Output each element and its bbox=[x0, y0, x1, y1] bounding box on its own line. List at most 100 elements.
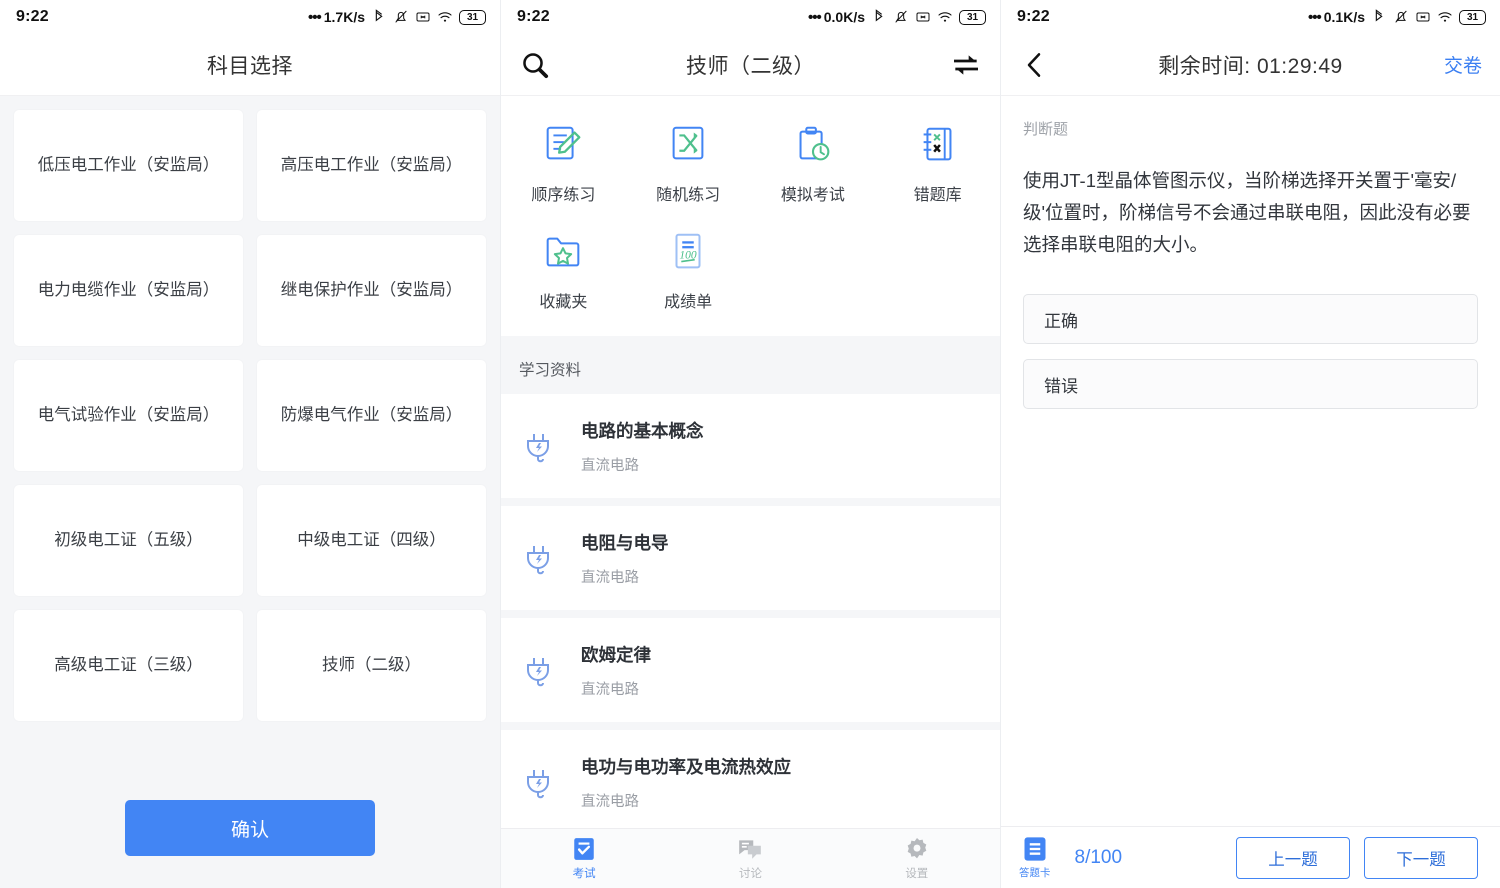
option-true[interactable]: 正确 bbox=[1023, 294, 1478, 345]
list-item[interactable]: 电功与电功率及电流热效应 直流电路 bbox=[501, 730, 1000, 828]
entry-sequential-practice[interactable]: 顺序练习 bbox=[501, 112, 626, 213]
signal-dots-icon: ••• bbox=[1307, 8, 1322, 26]
plug-bolt-icon bbox=[527, 546, 549, 575]
bluetooth-icon bbox=[375, 9, 383, 22]
confirm-button-row: 确认 bbox=[0, 778, 500, 888]
list-item[interactable]: 欧姆定律 直流电路 bbox=[501, 618, 1000, 722]
subject-label: 低压电工作业（安监局） bbox=[37, 156, 220, 175]
list-item-text: 电功与电功率及电流热效应 直流电路 bbox=[581, 754, 791, 811]
entry-mock-exam[interactable]: 模拟考试 bbox=[751, 112, 876, 213]
home-scroll[interactable]: 顺序练习 随机练习 模拟考试 错题库 收藏夹 100 成绩单 学习资料 电路的基… bbox=[501, 96, 1000, 828]
no-sim-icon bbox=[416, 12, 430, 22]
entry-label: 顺序练习 bbox=[531, 187, 596, 204]
question-footer: 答题卡 8/100 上一题 下一题 bbox=[1001, 826, 1500, 888]
appbar-left-slot-3 bbox=[1019, 49, 1077, 81]
status-time: 9:22 bbox=[517, 8, 550, 25]
app-bar-home: 技师（二级） bbox=[501, 34, 1000, 96]
subject-card[interactable]: 电力电缆作业（安监局） bbox=[14, 235, 243, 346]
prev-question-button[interactable]: 上一题 bbox=[1236, 836, 1350, 879]
wrong-question-bank-icon bbox=[923, 127, 952, 161]
entry-label: 随机练习 bbox=[656, 187, 721, 204]
status-icons: ••• 0.0K/s 31 bbox=[808, 9, 986, 25]
subject-card[interactable]: 继电保护作业（安监局） bbox=[257, 235, 486, 346]
tab-discussion[interactable]: 讨论 bbox=[667, 836, 833, 881]
question-stem: 使用JT-1型晶体管图示仪，当阶梯选择开关置于'毫安/级'位置时，阶梯信号不会通… bbox=[1023, 170, 1471, 255]
no-sim-icon bbox=[916, 12, 930, 22]
confirm-button[interactable]: 确认 bbox=[125, 800, 375, 856]
entry-random-practice[interactable]: 随机练习 bbox=[626, 112, 751, 213]
random-practice-icon bbox=[672, 126, 704, 160]
subject-list-scroll[interactable]: 低压电工作业（安监局） 高压电工作业（安监局） 电力电缆作业（安监局） 继电保护… bbox=[0, 96, 500, 778]
plug-bolt-icon bbox=[527, 434, 549, 463]
sequential-practice-icon bbox=[547, 126, 581, 160]
status-time: 9:22 bbox=[1017, 8, 1050, 25]
subject-label: 高压电工作业（安监局） bbox=[280, 156, 463, 175]
status-bar-1: 9:22 ••• 1.7K/s 31 bbox=[0, 0, 500, 34]
list-item-text: 电路的基本概念 直流电路 bbox=[581, 418, 704, 475]
tab-label: 设置 bbox=[905, 868, 929, 880]
material-subtitle: 直流电路 bbox=[581, 793, 639, 810]
subject-card[interactable]: 技师（二级） bbox=[257, 610, 486, 721]
network-speed-label: 0.0K/s bbox=[823, 9, 865, 25]
entry-wrong-question-bank[interactable]: 错题库 bbox=[875, 112, 1000, 213]
subject-card[interactable]: 初级电工证（五级） bbox=[14, 485, 243, 596]
list-item-text: 电阻与电导 直流电路 bbox=[581, 530, 669, 587]
next-question-button[interactable]: 下一题 bbox=[1364, 836, 1478, 879]
mute-bell-icon bbox=[895, 10, 907, 23]
plug-bolt-icon bbox=[527, 770, 549, 799]
tab-settings[interactable]: 设置 bbox=[834, 836, 1000, 881]
score-report-icon: 100 bbox=[675, 233, 701, 269]
bottom-tab-bar: 考试 讨论 设置 bbox=[501, 828, 1000, 888]
subject-card[interactable]: 高级电工证（三级） bbox=[14, 610, 243, 721]
question-progress-counter: 8/100 bbox=[1074, 846, 1123, 868]
three-panel-screenshot: 9:22 ••• 1.7K/s 31 科目选择 低压电工作业（安监局） 高压电工… bbox=[0, 0, 1500, 888]
status-icons: ••• 1.7K/s 31 bbox=[308, 9, 486, 25]
wifi-icon bbox=[1438, 12, 1452, 22]
panel-exam-question: 9:22 ••• 0.1K/s 31 剩余时间: 01:29:49 交卷 判断题… bbox=[1000, 0, 1500, 888]
back-chevron-icon[interactable] bbox=[1019, 49, 1051, 81]
plug-bolt-icon bbox=[527, 658, 549, 687]
mock-exam-icon bbox=[799, 126, 830, 161]
list-item[interactable]: 电阻与电导 直流电路 bbox=[501, 506, 1000, 610]
wifi-icon bbox=[938, 12, 952, 22]
submit-exam-button[interactable]: 交卷 bbox=[1444, 51, 1482, 78]
subject-card[interactable]: 防爆电气作业（安监局） bbox=[257, 360, 486, 471]
subject-label: 继电保护作业（安监局） bbox=[280, 281, 463, 300]
subject-grid: 低压电工作业（安监局） 高压电工作业（安监局） 电力电缆作业（安监局） 继电保护… bbox=[14, 110, 486, 721]
signal-dots-icon: ••• bbox=[307, 8, 322, 26]
page-title-subject: 科目选择 bbox=[207, 54, 293, 78]
tab-exam[interactable]: 考试 bbox=[501, 836, 667, 881]
entry-label: 成绩单 bbox=[664, 294, 713, 311]
swap-icon[interactable] bbox=[950, 49, 982, 81]
entry-favorites[interactable]: 收藏夹 bbox=[501, 219, 626, 320]
app-bar-subject: 科目选择 bbox=[0, 34, 500, 96]
mute-bell-icon bbox=[1395, 10, 1407, 23]
status-bar-2: 9:22 ••• 0.0K/s 31 bbox=[501, 0, 1000, 34]
subject-card[interactable]: 电气试验作业（安监局） bbox=[14, 360, 243, 471]
status-icons: ••• 0.1K/s 31 bbox=[1308, 9, 1486, 25]
exam-icon bbox=[574, 838, 594, 860]
entry-score-report[interactable]: 100 成绩单 bbox=[626, 219, 751, 320]
list-item[interactable]: 电路的基本概念 直流电路 bbox=[501, 394, 1000, 498]
question-options: 正确 错误 bbox=[1023, 294, 1478, 410]
panel-home: 9:22 ••• 0.0K/s 31 技师（二级） 顺序练习 随机练习 模拟考试… bbox=[500, 0, 1000, 888]
status-time: 9:22 bbox=[16, 8, 49, 25]
discussion-icon bbox=[739, 840, 762, 859]
material-title: 电路的基本概念 bbox=[581, 420, 704, 441]
subject-card[interactable]: 高压电工作业（安监局） bbox=[257, 110, 486, 221]
question-body: 判断题 使用JT-1型晶体管图示仪，当阶梯选择开关置于'毫安/级'位置时，阶梯信… bbox=[1001, 96, 1500, 826]
mute-bell-icon bbox=[395, 10, 407, 23]
option-false[interactable]: 错误 bbox=[1023, 359, 1478, 410]
signal-dots-icon: ••• bbox=[807, 8, 822, 26]
subject-label: 中级电工证（四级） bbox=[297, 531, 446, 550]
entry-label: 错题库 bbox=[913, 187, 962, 204]
favorites-icon bbox=[547, 237, 580, 267]
answer-sheet-label: 答题卡 bbox=[1019, 867, 1051, 879]
bluetooth-icon bbox=[1375, 9, 1383, 22]
status-bar-3: 9:22 ••• 0.1K/s 31 bbox=[1001, 0, 1500, 34]
answer-sheet-button[interactable]: 答题卡 bbox=[1019, 835, 1051, 880]
subject-card[interactable]: 低压电工作业（安监局） bbox=[14, 110, 243, 221]
subject-card[interactable]: 中级电工证（四级） bbox=[257, 485, 486, 596]
materials-section-title: 学习资料 bbox=[519, 362, 582, 379]
search-icon[interactable] bbox=[519, 49, 551, 81]
